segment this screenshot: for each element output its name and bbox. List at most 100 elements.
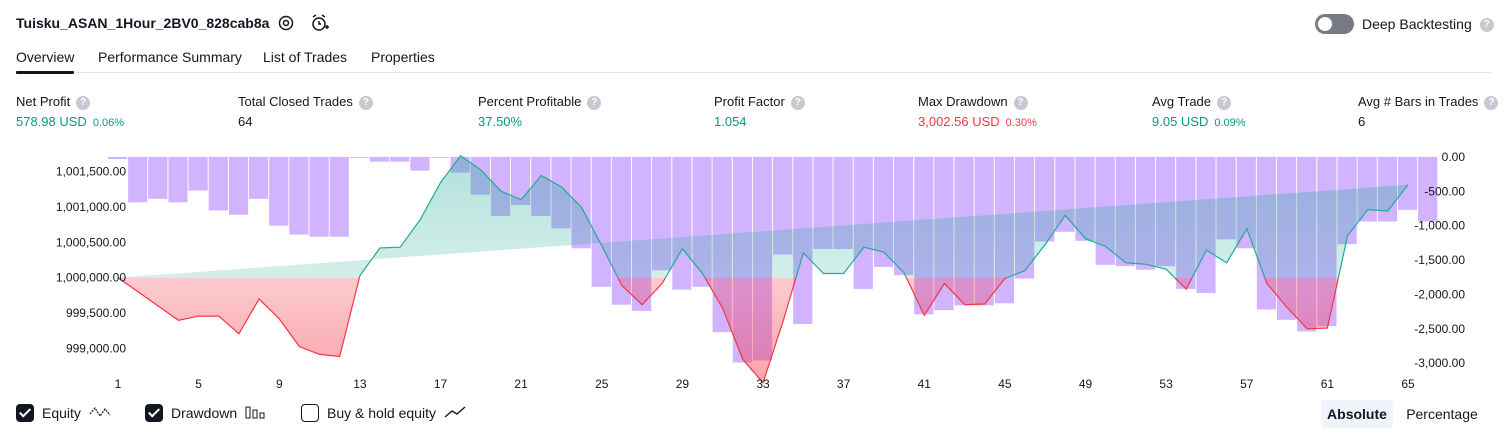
drawdown-bar [430,156,450,158]
x-tick-label: 17 [434,377,448,391]
y-left-tick-label: 999,000.00 [66,342,126,356]
metric-label: Net Profit [16,94,71,109]
help-icon[interactable]: ? [1484,95,1499,110]
x-tick-label: 29 [676,377,690,391]
equity-checkbox[interactable] [16,404,34,422]
gear-icon[interactable] [276,13,296,33]
metric-value: 1.054 [714,113,747,129]
drawdown-bar [188,156,208,191]
drawdown-bar [289,156,309,235]
drawdown-bar [672,156,692,290]
drawdown-bar [329,156,349,237]
x-tick-label: 61 [1321,377,1335,391]
x-tick-label: 53 [1159,377,1173,391]
tab-overview[interactable]: Overview [16,49,74,65]
drawdown-bar [309,156,329,237]
drawdown-bar [1397,156,1418,210]
deep-backtesting-toggle[interactable] [1315,14,1354,34]
metric-total-closed-trades: Total Closed Trades? 64 [238,94,373,129]
drawdown-bar [853,156,873,289]
legend-equity[interactable]: Equity [16,403,111,423]
help-icon[interactable]: ? [587,95,602,110]
equity-drawdown-chart[interactable]: 1,001,500.00 1,001,000.00 1,000,500.00 1,00… [0,140,1507,394]
percentage-button[interactable]: Percentage [1401,400,1483,428]
metric-label: Total Closed Trades [238,94,353,109]
drawdown-bar [370,156,390,162]
metric-percent: 0.09% [1214,116,1246,129]
y-left-tick-label: 1,000,000.00 [56,271,126,285]
metric-value: 3,002.56 USD [918,113,1000,129]
y-right-tick-label: -500.00 [1424,184,1465,198]
tab-list-of-trades[interactable]: List of Trades [263,49,347,65]
tabs-divider [16,72,1491,73]
x-tick-label: 57 [1240,377,1254,391]
drawdown-bar [128,156,148,203]
x-tick-label: 25 [595,377,609,391]
x-tick-label: 65 [1401,377,1415,391]
drawdown-bar [249,156,269,199]
x-tick-label: 49 [1079,377,1093,391]
x-tick-label: 21 [514,377,528,391]
metric-avg-trade: Avg Trade? 9.05 USD 0.09% [1152,94,1246,129]
drawdown-bar [390,156,410,162]
metric-value: 6 [1358,113,1366,129]
help-icon[interactable]: ? [76,95,91,110]
drawdown-bars-icon [245,405,265,422]
legend-drawdown[interactable]: Drawdown [145,403,265,423]
x-tick-label: 13 [353,377,367,391]
y-right-tick-label: -2,500.00 [1414,322,1465,336]
metric-label: Max Drawdown [918,94,1008,109]
drawdown-bar [591,156,611,287]
drawdown-bar [107,156,128,159]
help-icon[interactable]: ? [790,95,805,110]
help-icon[interactable]: ? [1479,18,1494,33]
report-header: Tuisku_ASAN_1Hour_2BV0_828cab8a Deep Bac… [0,0,1507,46]
legend-buy-hold-label: Buy & hold equity [327,405,436,421]
drawdown-bar [349,156,369,158]
x-tick-label: 1 [115,377,122,391]
drawdown-bar [228,156,249,215]
strategy-name: Tuisku_ASAN_1Hour_2BV0_828cab8a [16,15,270,31]
deep-backtesting-label: Deep Backtesting ? [1362,16,1494,33]
x-tick-label: 41 [918,377,932,391]
tab-properties[interactable]: Properties [371,49,435,65]
metric-max-drawdown: Max Drawdown? 3,002.56 USD 0.30% [918,94,1037,129]
metric-label: Profit Factor [714,94,785,109]
drawdown-bar [410,156,430,171]
drawdown-bar [168,156,188,203]
active-tab-indicator [16,71,74,74]
buy-hold-checkbox[interactable] [301,404,319,422]
tab-performance-summary[interactable]: Performance Summary [98,49,242,65]
help-icon[interactable]: ? [358,95,373,110]
drawdown-bar [269,156,289,226]
help-icon[interactable]: ? [1217,95,1232,110]
drawdown-bar [208,156,228,211]
x-tick-label: 33 [756,377,770,391]
metric-value: 578.98 USD [16,113,87,129]
x-tick-label: 45 [998,377,1012,391]
absolute-button[interactable]: Absolute [1321,400,1393,428]
metric-percent-profitable: Percent Profitable? 37.50% [478,94,602,129]
metric-net-profit: Net Profit? 578.98 USD 0.06% [16,94,124,129]
buy-hold-line-icon [444,405,466,422]
metric-value: 64 [238,113,253,129]
metric-value: 37.50% [478,113,523,129]
add-alarm-icon[interactable] [310,13,330,33]
y-left-tick-label: 999,500.00 [66,306,126,320]
x-tick-label: 37 [837,377,851,391]
drawdown-checkbox[interactable] [145,404,163,422]
help-icon[interactable]: ? [1013,95,1028,110]
y-right-tick-label: -1,000.00 [1414,219,1465,233]
y-right-tick-label: -2,000.00 [1414,287,1465,301]
legend-equity-label: Equity [42,405,81,421]
x-axis: 1 5 9 13 17 21 25 29 33 37 41 45 49 53 57 61 65 [115,377,1415,391]
x-tick-label: 5 [195,377,202,391]
metric-percent: 0.06% [92,116,125,129]
y-right-tick-label: -1,500.00 [1414,253,1465,267]
metric-avg-bars-in-trades: Avg # Bars in Trades? 6 [1358,94,1499,129]
y-left-tick-label: 1,001,500.00 [56,164,126,178]
legend-drawdown-label: Drawdown [171,405,238,421]
legend-buy-hold[interactable]: Buy & hold equity [301,403,466,423]
y-right-tick-label: 0.00 [1442,150,1466,164]
metric-label: Percent Profitable [478,94,582,109]
